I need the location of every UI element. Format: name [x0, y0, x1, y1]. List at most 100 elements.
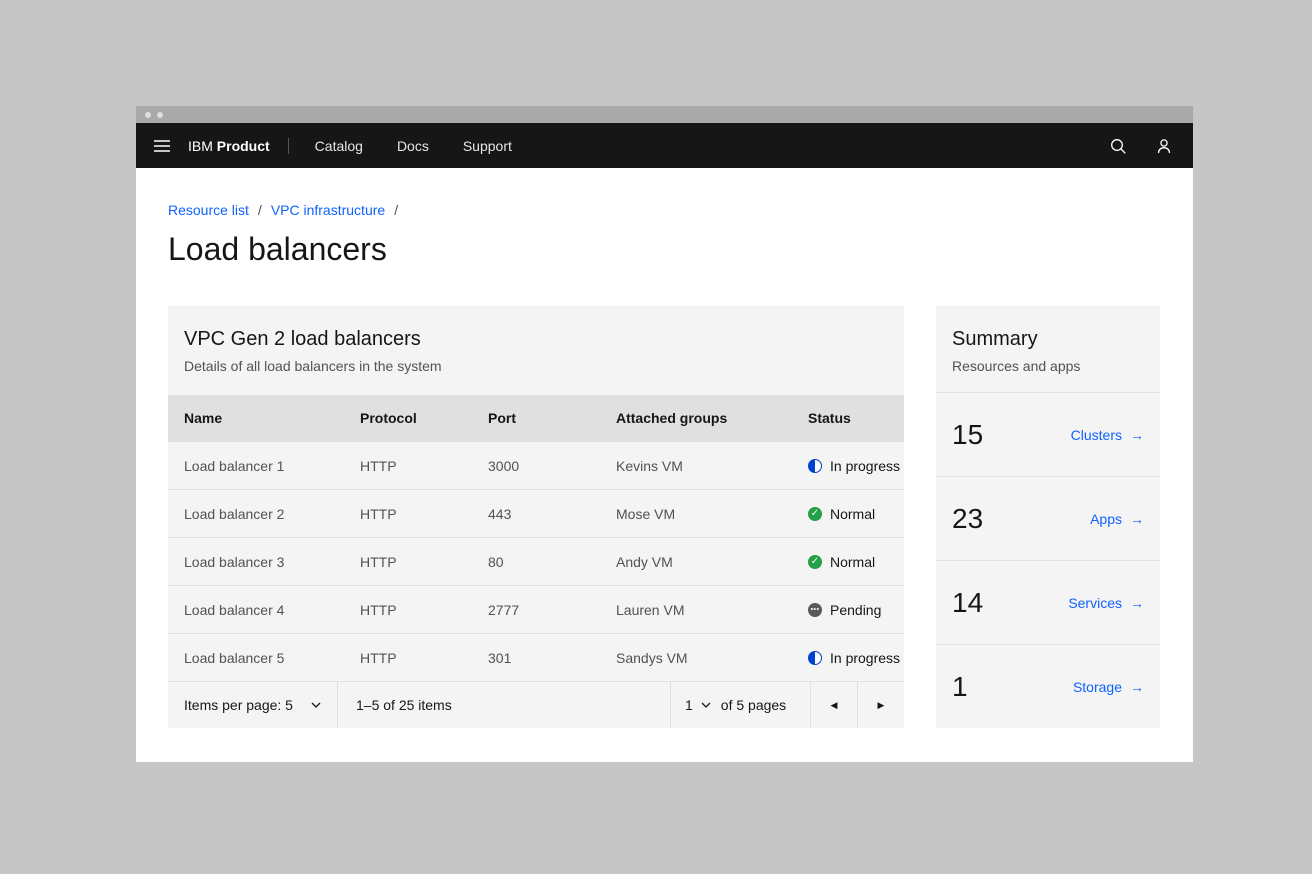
breadcrumb-link-vpc-infrastructure[interactable]: VPC infrastructure [271, 202, 385, 218]
cell-name: Load balancer 2 [184, 506, 360, 522]
cell-protocol: HTTP [360, 458, 488, 474]
status-normal-icon [808, 555, 822, 569]
summary-item: 1 Storage → [936, 644, 1160, 728]
status-label: Normal [830, 506, 875, 522]
summary-link-label: Storage [1073, 679, 1122, 695]
hamburger-menu-icon [152, 136, 172, 156]
column-header-port[interactable]: Port [488, 410, 616, 426]
window-dot [157, 112, 163, 118]
previous-page-button[interactable]: ◀ [810, 682, 857, 728]
breadcrumb-link-resource-list[interactable]: Resource list [168, 202, 249, 218]
cell-attached-group: Sandys VM [616, 650, 808, 666]
nav-item-catalog[interactable]: Catalog [315, 138, 363, 154]
cell-status: In progress [808, 458, 904, 474]
app-header: IBM Product Catalog Docs Support [136, 123, 1193, 168]
cell-attached-group: Kevins VM [616, 458, 808, 474]
nav-item-docs[interactable]: Docs [397, 138, 429, 154]
next-page-button[interactable]: ▶ [857, 682, 904, 728]
user-profile-button[interactable] [1141, 123, 1187, 168]
caret-right-icon: ▶ [878, 700, 885, 711]
brand-prefix: IBM [188, 138, 213, 154]
items-per-page-label: Items per page: 5 [184, 697, 293, 713]
search-icon [1108, 136, 1128, 156]
breadcrumb: Resource list / VPC infrastructure / [168, 202, 398, 218]
cell-attached-group: Lauren VM [616, 602, 808, 618]
status-label: Normal [830, 554, 875, 570]
chevron-down-icon [311, 702, 321, 708]
total-pages-text: of 5 pages [721, 697, 786, 713]
table-row: Load balancer 3 HTTP 80 Andy VM Normal [168, 537, 904, 585]
cell-port: 3000 [488, 458, 616, 474]
table-card-header: VPC Gen 2 load balancers Details of all … [168, 306, 904, 395]
summary-link-label: Apps [1090, 511, 1122, 527]
pagination-range-text: 1–5 of 25 items [338, 697, 670, 713]
hamburger-menu-button[interactable] [152, 123, 182, 168]
status-pending-icon [808, 603, 822, 617]
table-card-title: VPC Gen 2 load balancers [184, 326, 888, 352]
summary-link-storage[interactable]: Storage → [1073, 679, 1144, 695]
cell-attached-group: Andy VM [616, 554, 808, 570]
page-title: Load balancers [168, 228, 387, 270]
status-label: In progress [830, 650, 900, 666]
table-row: Load balancer 1 HTTP 3000 Kevins VM In p… [168, 441, 904, 489]
summary-link-clusters[interactable]: Clusters → [1071, 427, 1144, 443]
summary-link-label: Clusters [1071, 427, 1122, 443]
page-number-select[interactable]: 1 [685, 697, 711, 713]
cell-status: In progress [808, 650, 904, 666]
column-header-attached-groups[interactable]: Attached groups [616, 410, 808, 426]
header-nav: Catalog Docs Support [315, 138, 512, 154]
cell-protocol: HTTP [360, 506, 488, 522]
summary-card-title: Summary [952, 326, 1144, 352]
table-row: Load balancer 2 HTTP 443 Mose VM Normal [168, 489, 904, 537]
table-row: Load balancer 5 HTTP 301 Sandys VM In pr… [168, 633, 904, 681]
arrow-right-icon: → [1130, 512, 1144, 526]
cell-attached-group: Mose VM [616, 506, 808, 522]
window-dot [145, 112, 151, 118]
cell-protocol: HTTP [360, 602, 488, 618]
cell-port: 2777 [488, 602, 616, 618]
summary-link-services[interactable]: Services → [1068, 595, 1144, 611]
summary-count: 15 [952, 419, 983, 451]
summary-link-apps[interactable]: Apps → [1090, 511, 1144, 527]
caret-left-icon: ◀ [831, 700, 838, 711]
chevron-down-icon [701, 702, 711, 708]
breadcrumb-separator: / [394, 202, 398, 218]
arrow-right-icon: → [1130, 680, 1144, 694]
brand-name: Product [217, 138, 270, 154]
cell-name: Load balancer 1 [184, 458, 360, 474]
column-header-status[interactable]: Status [808, 410, 904, 426]
items-per-page-select[interactable]: Items per page: 5 [168, 682, 338, 728]
pagination-pages: 1 of 5 pages [670, 682, 810, 728]
pagination-bar: Items per page: 5 1–5 of 25 items 1 of 5… [168, 681, 904, 728]
page-number-value: 1 [685, 697, 693, 713]
nav-item-support[interactable]: Support [463, 138, 512, 154]
status-label: Pending [830, 602, 881, 618]
cell-port: 80 [488, 554, 616, 570]
summary-count: 23 [952, 503, 983, 535]
brand: IBM Product [188, 138, 270, 154]
status-normal-icon [808, 507, 822, 521]
summary-item: 14 Services → [936, 560, 1160, 644]
cell-name: Load balancer 3 [184, 554, 360, 570]
search-button[interactable] [1095, 123, 1141, 168]
cell-status: Normal [808, 554, 904, 570]
status-in-progress-icon [808, 459, 822, 473]
cell-status: Pending [808, 602, 904, 618]
cell-port: 301 [488, 650, 616, 666]
summary-count: 1 [952, 671, 968, 703]
browser-window: IBM Product Catalog Docs Support Resourc… [136, 106, 1193, 762]
summary-card: Summary Resources and apps 15 Clusters →… [936, 306, 1160, 728]
table-header-row: Name Protocol Port Attached groups Statu… [168, 395, 904, 441]
status-label: In progress [830, 458, 900, 474]
header-actions [1095, 123, 1187, 168]
window-titlebar [136, 106, 1193, 123]
column-header-name[interactable]: Name [184, 410, 360, 426]
summary-link-label: Services [1068, 595, 1122, 611]
summary-card-header: Summary Resources and apps [936, 306, 1160, 392]
column-header-protocol[interactable]: Protocol [360, 410, 488, 426]
cell-name: Load balancer 5 [184, 650, 360, 666]
cell-protocol: HTTP [360, 650, 488, 666]
summary-card-subtitle: Resources and apps [952, 357, 1144, 375]
load-balancers-card: VPC Gen 2 load balancers Details of all … [168, 306, 904, 728]
summary-item: 23 Apps → [936, 476, 1160, 560]
